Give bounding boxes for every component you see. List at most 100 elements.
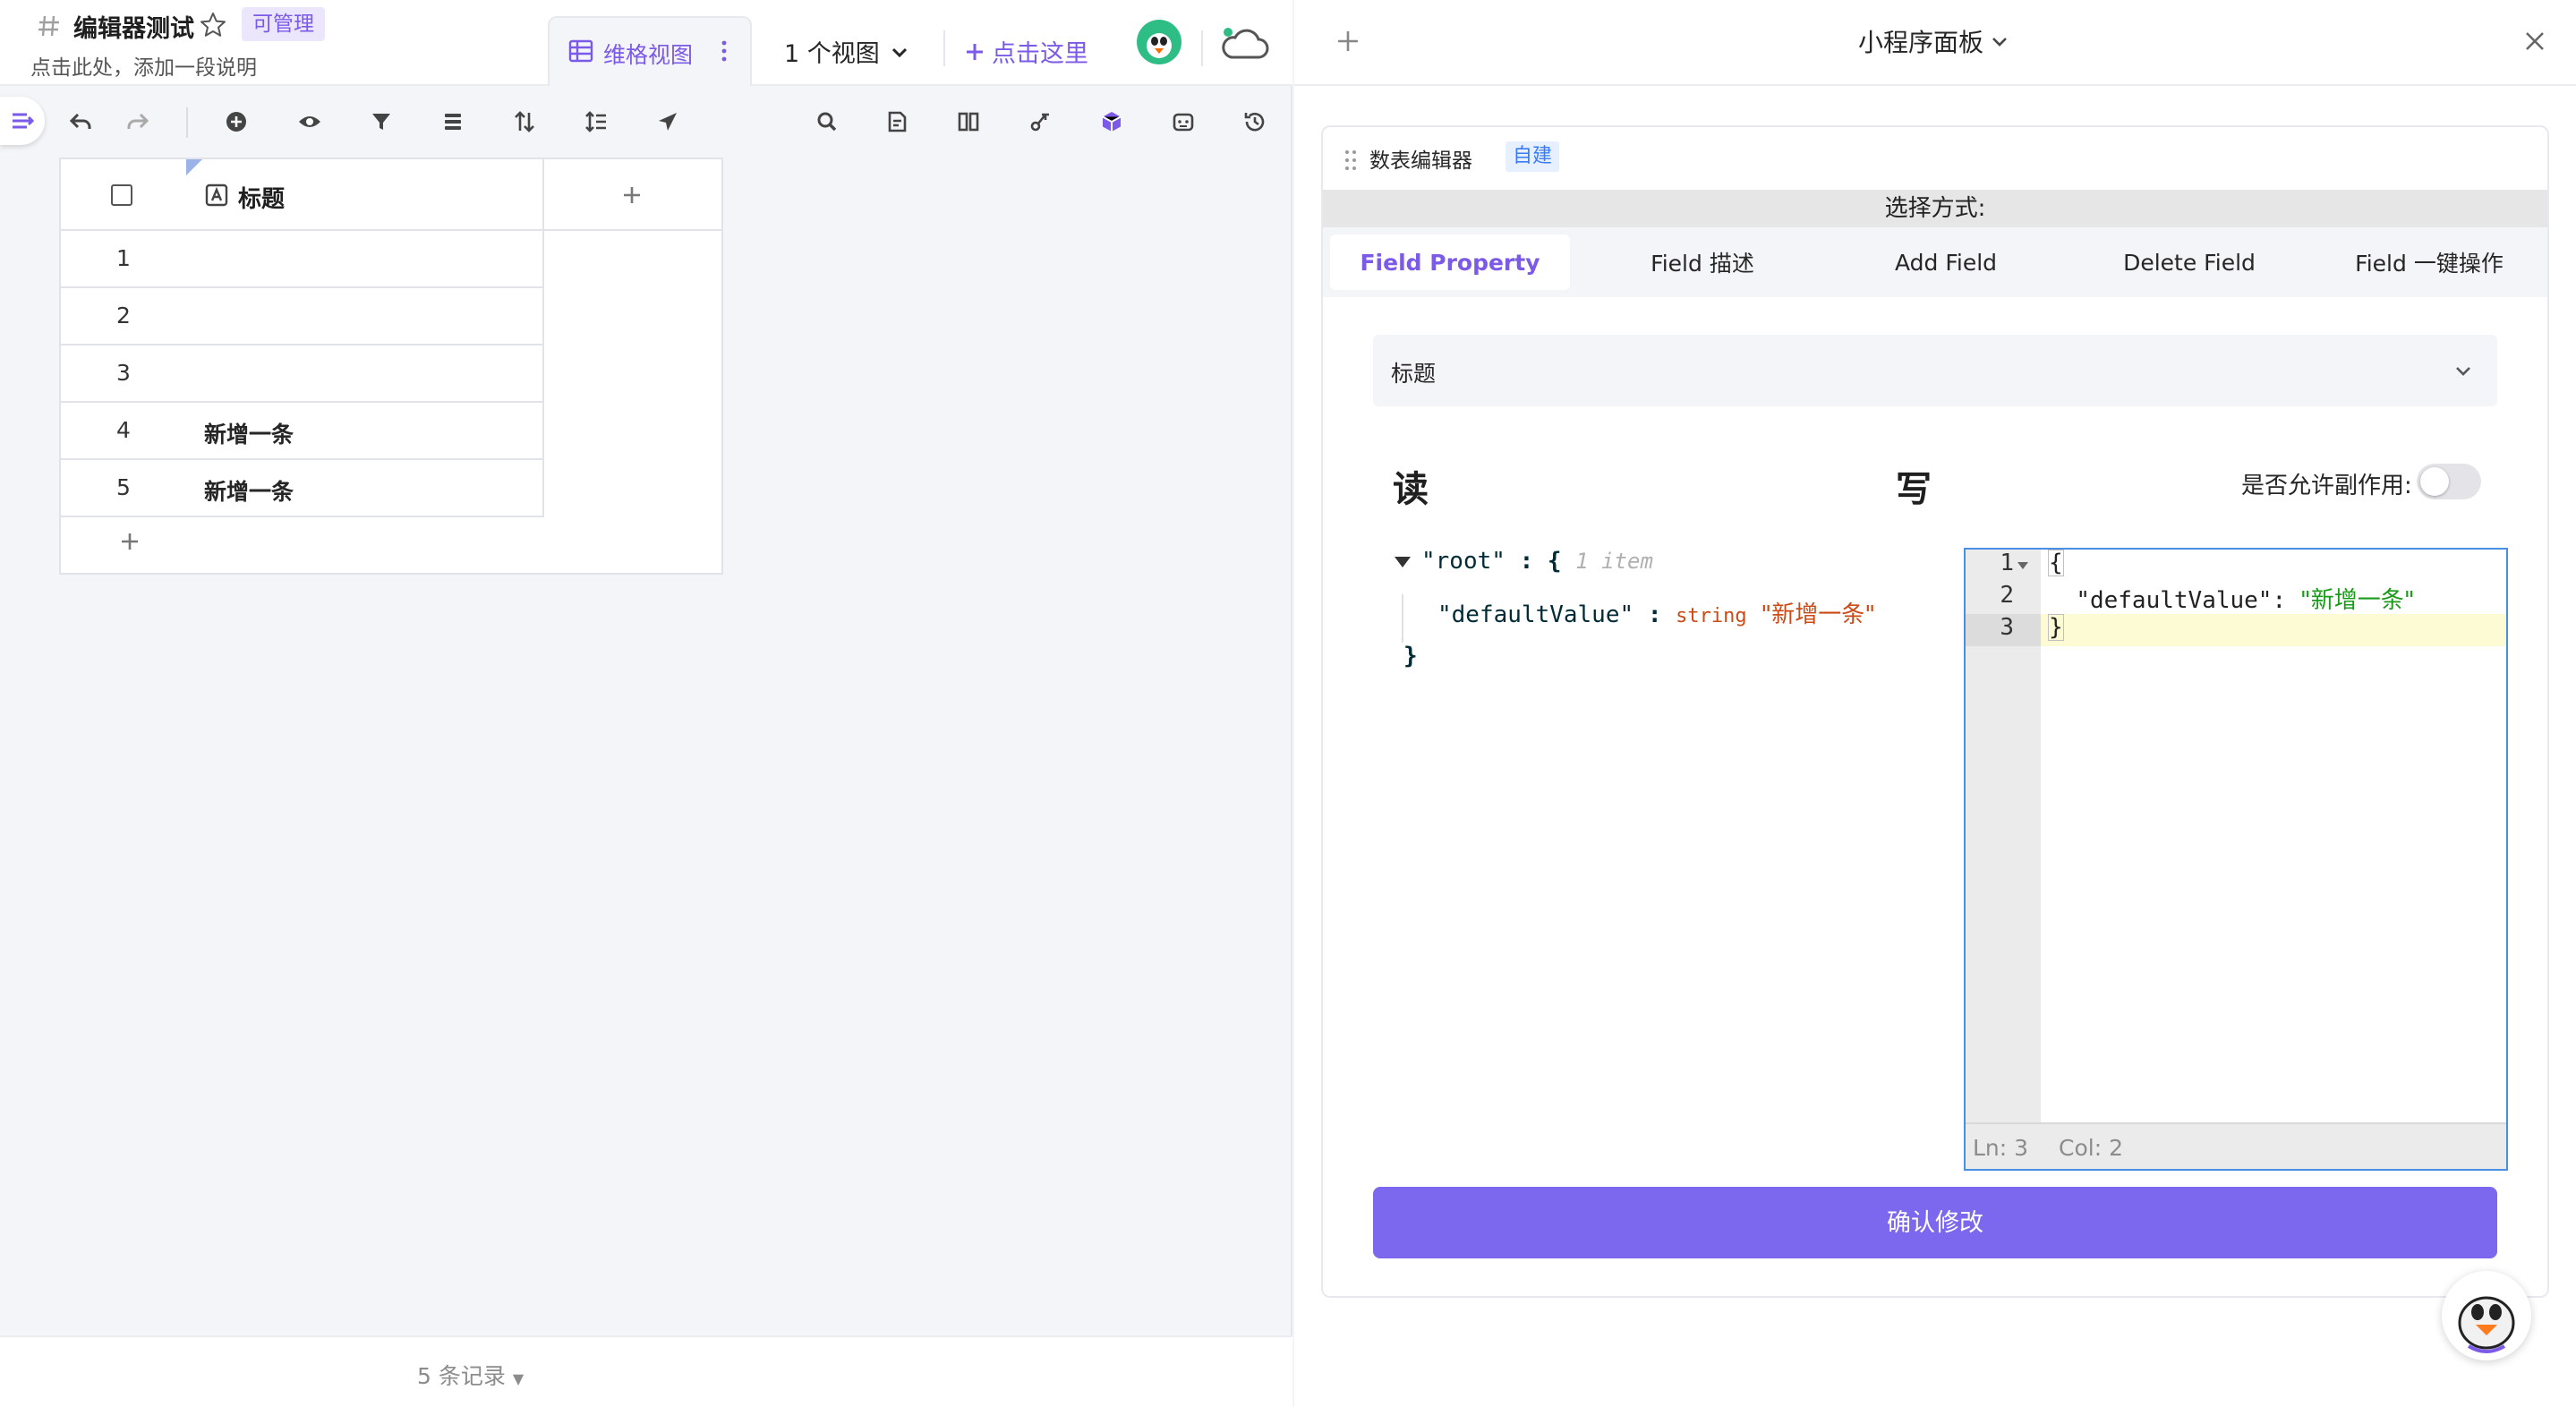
robot-arm-icon xyxy=(1030,113,1049,132)
widget-name: 数表编辑器 xyxy=(1369,149,1472,173)
data-grid: 标题 1 2 3 4 新增一条 5 新增一条 xyxy=(59,158,723,575)
hide-fields-button[interactable] xyxy=(294,106,326,138)
row-number: 5 xyxy=(116,474,131,500)
panel-title-dropdown[interactable]: 小程序面板 xyxy=(1858,23,2010,59)
widget-button[interactable] xyxy=(1096,106,1128,138)
collapse-triangle-icon[interactable] xyxy=(1395,557,1411,567)
text-field-icon xyxy=(205,183,228,207)
row-number: 4 xyxy=(116,417,131,443)
json-root-open: : { xyxy=(1519,548,1562,575)
row-height-button[interactable] xyxy=(580,106,612,138)
user-avatar[interactable] xyxy=(1137,20,1181,64)
chevron-down-icon xyxy=(891,47,907,57)
tab-field-batch[interactable]: Field 一键操作 xyxy=(2311,234,2547,290)
read-heading: 读 xyxy=(1393,469,1429,510)
share-button[interactable] xyxy=(652,106,684,138)
json-child-key: "defaultValue" xyxy=(1437,601,1634,628)
code-key: "defaultValue": xyxy=(2076,587,2287,614)
column-header-title[interactable]: 标题 xyxy=(238,181,285,214)
indent-guide xyxy=(1402,594,1403,643)
json-colon: : xyxy=(1647,601,1662,628)
cloud-sync-icon[interactable] xyxy=(1219,23,1269,63)
history-button[interactable] xyxy=(1239,106,1271,138)
plus-circle-icon xyxy=(226,112,246,132)
permission-badge: 可管理 xyxy=(242,7,325,41)
robot-button[interactable] xyxy=(1167,106,1199,138)
add-view-label: 点击这里 xyxy=(992,40,1088,68)
json-child-value: "新增一条" xyxy=(1761,601,1876,628)
divider xyxy=(1201,30,1203,66)
filter-button[interactable] xyxy=(365,106,397,138)
json-value-type: string xyxy=(1676,605,1747,627)
columns-button[interactable] xyxy=(952,106,985,138)
grid-view-icon xyxy=(568,39,593,63)
add-widget-icon[interactable] xyxy=(1332,25,1364,57)
line-number: 3 xyxy=(2000,614,2014,641)
json-root-close: } xyxy=(1403,643,1418,669)
json-code-editor[interactable]: 1 2 3 { "defaultValue": "新增一条" } Ln: 3 C… xyxy=(1964,548,2508,1171)
views-dropdown[interactable]: 1 个视图 xyxy=(784,34,910,69)
tab-grid-view[interactable]: 维格视图 xyxy=(548,16,752,86)
line-gutter: 1 2 3 xyxy=(1966,550,2041,1122)
redo-button[interactable] xyxy=(122,106,154,138)
tab-add-field[interactable]: Add Field xyxy=(1826,234,2066,290)
status-footer: 5 条记录 ▼ xyxy=(0,1335,1292,1407)
datasheet-pane: 编辑器测试 可管理 点击此处，添加一段说明 维格视图 1 个视图 点击这里 标题… xyxy=(0,0,1292,1407)
select-all-checkbox[interactable] xyxy=(111,184,132,206)
choose-mode-label: 选择方式: xyxy=(1323,190,2547,227)
record-count[interactable]: 5 条记录 ▼ xyxy=(417,1359,524,1391)
table-row[interactable]: 3 xyxy=(61,345,544,403)
history-icon xyxy=(1244,112,1265,132)
table-row[interactable]: 5 新增一条 xyxy=(61,460,544,517)
row-number: 1 xyxy=(116,245,131,271)
toolbar xyxy=(0,93,1292,152)
mode-tabs: Field Property Field 描述 Add Field Delete… xyxy=(1323,227,2547,297)
add-view-button[interactable]: 点击这里 xyxy=(965,34,1088,69)
undo-icon xyxy=(69,113,91,129)
cell-title[interactable]: 新增一条 xyxy=(204,417,294,449)
sort-button[interactable] xyxy=(508,106,541,138)
tab-field-description[interactable]: Field 描述 xyxy=(1582,234,1822,290)
close-icon[interactable] xyxy=(2519,25,2551,57)
table-row[interactable]: 4 新增一条 xyxy=(61,403,544,460)
add-record-button[interactable] xyxy=(220,106,252,138)
divider xyxy=(542,159,544,231)
more-options-icon[interactable] xyxy=(712,38,736,64)
redo-icon xyxy=(127,113,149,129)
divider xyxy=(943,30,945,66)
confirm-button[interactable]: 确认修改 xyxy=(1373,1187,2497,1258)
cursor-line: Ln: 3 xyxy=(1973,1135,2029,1161)
add-row-icon[interactable] xyxy=(116,528,143,555)
automation-button[interactable] xyxy=(1024,106,1056,138)
undo-button[interactable] xyxy=(64,106,97,138)
doc-title[interactable]: 编辑器测试 xyxy=(73,9,194,44)
widget-card: 数表编辑器 自建 选择方式: Field Property Field 描述 A… xyxy=(1321,125,2549,1298)
fold-icon[interactable] xyxy=(2017,562,2028,569)
table-row[interactable]: 2 xyxy=(61,288,544,345)
view-tab-label: 维格视图 xyxy=(603,42,694,68)
doc-description[interactable]: 点击此处，添加一段说明 xyxy=(30,50,257,81)
tab-delete-field[interactable]: Delete Field xyxy=(2069,234,2309,290)
robot-icon xyxy=(1173,113,1194,132)
table-row[interactable]: 1 xyxy=(61,231,544,288)
code-brace-close: } xyxy=(2048,614,2064,641)
cell-title[interactable]: 新增一条 xyxy=(204,474,294,507)
line-number: 2 xyxy=(2000,582,2014,609)
caret-down-icon: ▼ xyxy=(512,1370,525,1387)
star-icon[interactable] xyxy=(199,11,227,39)
group-icon xyxy=(445,114,461,130)
row-height-icon xyxy=(585,111,606,132)
field-select[interactable]: 标题 xyxy=(1373,335,2497,406)
search-button[interactable] xyxy=(811,106,843,138)
chevron-down-icon xyxy=(2456,367,2470,376)
tab-field-property[interactable]: Field Property xyxy=(1330,234,1570,290)
side-effect-toggle[interactable] xyxy=(2417,464,2481,499)
cube-icon xyxy=(1102,112,1122,132)
form-button[interactable] xyxy=(881,106,913,138)
drag-handle-icon[interactable] xyxy=(1343,147,1359,174)
group-button[interactable] xyxy=(437,106,469,138)
add-column-icon[interactable] xyxy=(616,179,648,211)
cursor-column: Col: 2 xyxy=(2059,1135,2123,1161)
assistant-avatar[interactable] xyxy=(2442,1271,2531,1360)
panel-header: 小程序面板 xyxy=(1294,0,2576,86)
